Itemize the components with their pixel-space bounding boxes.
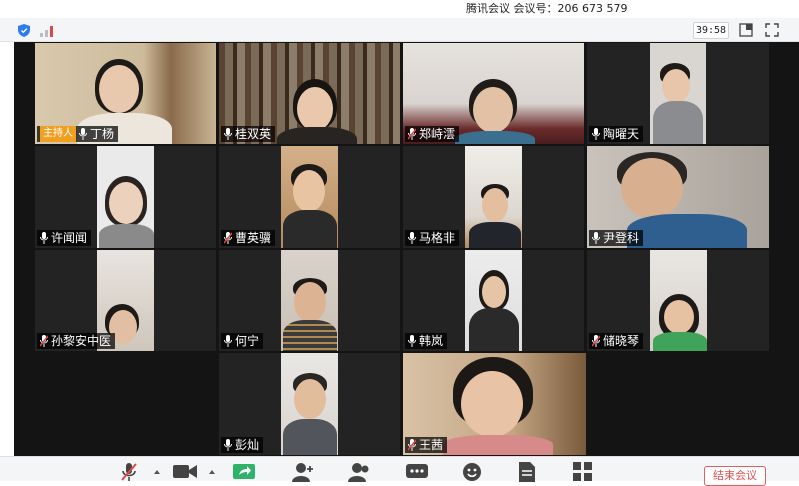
invite-icon[interactable] — [292, 462, 314, 482]
signal-icon[interactable] — [40, 25, 54, 37]
participant-nameplate: 陶曜天 — [589, 126, 644, 142]
mic-icon — [79, 128, 87, 140]
participant-name: 桂双英 — [235, 127, 272, 141]
top-bar: 39:58 — [0, 18, 799, 42]
participant-name: 马格非 — [419, 231, 456, 245]
video-tile[interactable]: 尹登科 — [587, 146, 769, 248]
document-icon[interactable] — [518, 462, 536, 482]
participant-nameplate: 韩岚 — [405, 333, 448, 349]
participant-nameplate: 郑峙澐 — [405, 126, 460, 142]
participant-name: 何宁 — [235, 334, 260, 348]
host-badge: 主持人 — [40, 126, 76, 142]
participant-nameplate: 许闻闻 — [37, 230, 92, 246]
participant-name: 彭灿 — [235, 438, 260, 452]
mic-icon — [408, 335, 416, 347]
video-tile[interactable]: 孙黎安中医 — [35, 250, 216, 351]
mic-icon — [592, 128, 600, 140]
mic-muted-icon — [40, 335, 48, 347]
apps-icon[interactable] — [573, 462, 593, 482]
mic-muted-icon[interactable] — [120, 462, 138, 482]
mic-icon — [408, 232, 416, 244]
video-tile[interactable]: 何宁 — [219, 250, 400, 351]
participant-nameplate: 王茜 — [405, 437, 448, 453]
video-tile[interactable]: 许闻闻 — [35, 146, 216, 248]
layout-icon[interactable] — [739, 23, 753, 37]
participant-nameplate: 主持人 丁杨 — [37, 126, 119, 142]
mic-muted-icon — [224, 232, 232, 244]
participant-name: 孙黎安中医 — [51, 334, 112, 348]
participant-name: 丁杨 — [90, 127, 115, 141]
video-grid: 主持人 丁杨 桂双英 郑峙澐 陶曜天 许闻闻 曹英骥 马格非 尹登科 孙黎安中医… — [14, 42, 799, 456]
participant-nameplate: 桂双英 — [221, 126, 276, 142]
video-tile[interactable]: 陶曜天 — [587, 43, 769, 144]
mic-icon — [40, 232, 48, 244]
members-icon[interactable] — [348, 462, 370, 482]
share-screen-icon[interactable] — [233, 462, 255, 482]
participant-name: 许闻闻 — [51, 231, 88, 245]
shield-icon[interactable] — [18, 24, 30, 37]
participant-name: 曹英骥 — [235, 231, 272, 245]
video-options-caret[interactable] — [209, 470, 215, 474]
mic-muted-icon — [592, 335, 600, 347]
mic-icon — [224, 128, 232, 140]
mic-icon — [592, 232, 600, 244]
video-tile[interactable]: 马格非 — [403, 146, 584, 248]
participant-name: 郑峙澐 — [419, 127, 456, 141]
video-icon[interactable] — [172, 462, 198, 482]
video-tile[interactable]: 韩岚 — [403, 250, 584, 351]
mic-muted-icon — [408, 128, 416, 140]
participant-nameplate: 储晓琴 — [589, 333, 644, 349]
chat-icon[interactable] — [406, 462, 428, 482]
video-tile[interactable]: 王茜 — [403, 353, 586, 455]
title-bar: 腾讯会议 会议号：206 673 579 — [0, 0, 799, 18]
fullscreen-icon[interactable] — [765, 23, 779, 37]
participant-nameplate: 何宁 — [221, 333, 264, 349]
video-tile[interactable]: 彭灿 — [219, 353, 400, 455]
mic-muted-icon — [408, 439, 416, 451]
participant-name: 陶曜天 — [603, 127, 640, 141]
participant-nameplate: 孙黎安中医 — [37, 333, 116, 349]
video-tile[interactable]: 曹英骥 — [219, 146, 400, 248]
meeting-title: 腾讯会议 会议号：206 673 579 — [466, 2, 628, 15]
video-tile[interactable]: 郑峙澐 — [403, 43, 584, 144]
participant-name: 储晓琴 — [603, 334, 640, 348]
end-meeting-button[interactable]: 结束会议 — [704, 466, 766, 486]
participant-name: 王茜 — [419, 438, 444, 452]
emoji-icon[interactable] — [462, 462, 482, 482]
participant-nameplate: 马格非 — [405, 230, 460, 246]
video-tile[interactable]: 桂双英 — [219, 43, 400, 144]
participant-nameplate: 曹英骥 — [221, 230, 276, 246]
video-tile[interactable]: 储晓琴 — [587, 250, 769, 351]
participant-name: 韩岚 — [419, 334, 444, 348]
participant-nameplate: 彭灿 — [221, 437, 264, 453]
participant-nameplate: 尹登科 — [589, 230, 644, 246]
participant-name: 尹登科 — [603, 231, 640, 245]
bottom-toolbar: 结束会议 — [0, 456, 799, 486]
meeting-timer: 39:58 — [693, 22, 729, 39]
mic-icon — [224, 335, 232, 347]
mic-options-caret[interactable] — [154, 470, 160, 474]
video-tile[interactable]: 主持人 丁杨 — [35, 43, 216, 144]
mic-icon — [224, 439, 232, 451]
